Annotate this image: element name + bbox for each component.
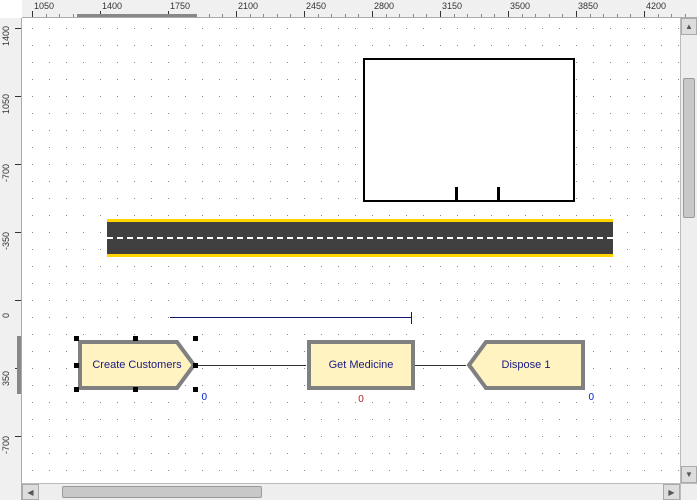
scrollbar-horizontal[interactable]: ◀ ▶ [22,483,680,500]
scroll-h-thumb[interactable] [62,486,262,498]
selection-handle[interactable] [74,387,79,392]
dispose-module[interactable]: Dispose 1 0 [466,339,586,391]
selection-handle[interactable] [133,387,138,392]
dispose-label: Dispose 1 [466,339,586,391]
scroll-up-button[interactable]: ▲ [681,18,697,35]
connector-create-process[interactable] [195,365,306,366]
connector-process-dispose[interactable] [415,365,466,366]
ruler-horizontal[interactable]: 1050140017502100245028003150350038504200 [22,0,697,18]
create-module[interactable]: Create Customers 0 [77,339,197,391]
ruler-v-selection [17,336,21,394]
road-centerline [107,237,613,239]
door-left [455,187,458,201]
selection-handle[interactable] [193,336,198,341]
timeline-bar[interactable] [170,317,411,318]
dispose-count: 0 [588,392,594,403]
create-label: Create Customers [77,339,197,391]
selection-handle[interactable] [74,363,79,368]
canvas[interactable]: Create Customers 0 Get Medicine 0 Dispos… [22,18,697,500]
scroll-right-button[interactable]: ▶ [663,484,680,500]
ruler-vertical[interactable]: 14001050-700-3500350-700 [0,18,22,500]
timeline-end-tick [411,312,412,324]
selection-handle[interactable] [133,336,138,341]
road-shape[interactable] [107,219,613,257]
scrollbar-vertical[interactable]: ▲ ▼ [680,18,697,483]
building-shape[interactable] [363,58,575,202]
scroll-left-button[interactable]: ◀ [22,484,39,500]
scrollbar-corner [680,483,697,500]
selection-handle[interactable] [193,387,198,392]
door-right [497,187,500,201]
process-label: Get Medicine [306,339,416,391]
process-module[interactable]: Get Medicine 0 [306,339,416,391]
selection-handle[interactable] [74,336,79,341]
selection-handle[interactable] [193,363,198,368]
scroll-v-thumb[interactable] [683,78,695,218]
grid-dots [22,18,697,500]
ruler-h-selection [77,14,197,18]
scroll-down-button[interactable]: ▼ [681,466,697,483]
process-count: 0 [358,394,364,405]
create-count: 0 [201,392,207,403]
